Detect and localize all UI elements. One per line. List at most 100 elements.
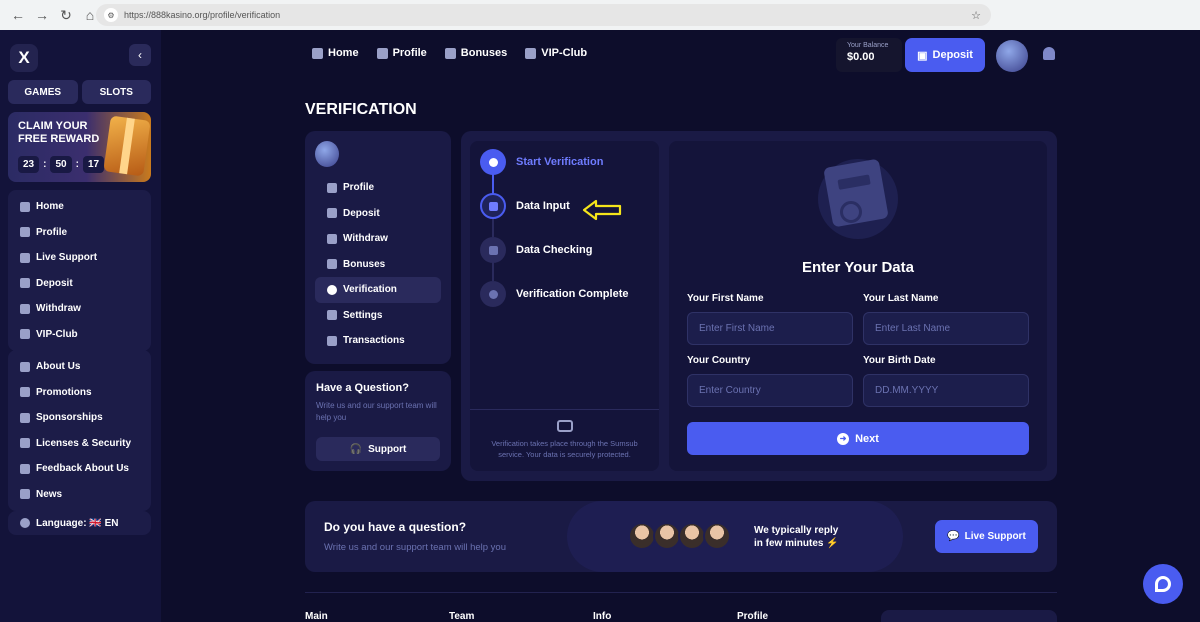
user-icon	[20, 227, 30, 238]
receipt-icon	[327, 335, 337, 346]
url-text: https://888kasino.org/profile/verificati…	[124, 10, 281, 20]
nav-profile[interactable]: Profile	[376, 47, 427, 59]
question-box: Have a Question? Write us and our suppor…	[305, 371, 451, 471]
language-selector[interactable]: Language: 🇬🇧 EN	[8, 511, 151, 535]
step-label: Data Input	[516, 200, 570, 212]
sumsub-logo-icon	[556, 420, 573, 432]
sidebar-item-feedback[interactable]: Feedback About Us	[8, 456, 151, 482]
form-title: Enter Your Data	[802, 259, 914, 276]
tab-slots[interactable]: SLOTS	[81, 80, 151, 104]
reply-line-1: We typically reply	[754, 525, 839, 536]
last-name-input[interactable]	[863, 312, 1029, 345]
sidebar-item-label: Promotions	[36, 386, 92, 398]
id-document-illustration	[818, 158, 898, 239]
sidebar-item-news[interactable]: News	[8, 482, 151, 508]
sidebar-item-label: Licenses & Security	[36, 437, 132, 449]
avatar	[678, 522, 706, 550]
profile-menu-verification[interactable]: Verification	[315, 277, 441, 303]
avatar	[703, 522, 731, 550]
wallet-icon	[327, 208, 337, 219]
avatar[interactable]	[996, 40, 1028, 72]
nav-vip-club[interactable]: VIP-Club	[525, 47, 587, 59]
menu-label: Transactions	[343, 335, 405, 347]
profile-menu-transactions[interactable]: Transactions	[315, 328, 441, 354]
sidebar: X ‹ GAMES SLOTS CLAIM YOUR FREE REWARD 2…	[0, 30, 161, 622]
reply-line-2: in few minutes	[754, 538, 824, 549]
nav-bonuses[interactable]: Bonuses	[444, 47, 507, 59]
sidebar-item-about-us[interactable]: About Us	[8, 354, 151, 380]
deposit-button[interactable]: ▣ Deposit	[905, 38, 985, 72]
sidebar-menu-info: About Us Promotions Sponsorships License…	[8, 350, 151, 511]
banner-title: Do you have a question?	[324, 520, 467, 534]
magnifier-icon	[840, 201, 862, 223]
sidebar-item-label: Sponsorships	[36, 412, 103, 424]
sidebar-item-home[interactable]: Home	[8, 194, 151, 220]
forward-icon[interactable]: →	[30, 3, 54, 27]
sidebar-item-label: Live Support	[36, 252, 98, 264]
next-button[interactable]: ➜ Next	[687, 422, 1029, 455]
site-logo[interactable]: X	[10, 44, 38, 72]
menu-label: Verification	[343, 284, 397, 296]
profile-menu-deposit[interactable]: Deposit	[315, 201, 441, 227]
sidebar-item-deposit[interactable]: Deposit	[8, 271, 151, 297]
medal-icon	[20, 412, 30, 423]
first-name-input[interactable]	[687, 312, 853, 345]
address-bar[interactable]: ⚙ https://888kasino.org/profile/verifica…	[96, 4, 991, 26]
home-icon	[20, 201, 30, 212]
bookmark-star-icon[interactable]: ☆	[971, 9, 981, 22]
nav-home[interactable]: Home	[312, 47, 359, 59]
sidebar-item-licenses[interactable]: Licenses & Security	[8, 431, 151, 457]
menu-label: Withdraw	[343, 233, 388, 245]
birth-date-label: Your Birth Date	[863, 355, 936, 366]
collapse-sidebar-button[interactable]: ‹	[129, 44, 151, 66]
site-info-icon[interactable]: ⚙	[104, 8, 118, 22]
profile-menu-withdraw[interactable]: Withdraw	[315, 226, 441, 252]
notification-bell-icon[interactable]	[1043, 47, 1055, 60]
sidebar-item-withdraw[interactable]: Withdraw	[8, 296, 151, 322]
crown-icon	[20, 329, 30, 340]
megaphone-icon	[20, 387, 30, 398]
tab-games[interactable]: GAMES	[8, 80, 78, 104]
next-label: Next	[855, 432, 879, 445]
crown-icon	[525, 47, 537, 59]
nav-label: VIP-Club	[541, 47, 588, 59]
birth-date-input[interactable]	[863, 374, 1029, 407]
sidebar-item-profile[interactable]: Profile	[8, 220, 151, 246]
back-icon[interactable]: ←	[6, 3, 30, 27]
user-icon	[376, 47, 388, 59]
sidebar-item-sponsorships[interactable]: Sponsorships	[8, 405, 151, 431]
sidebar-item-live-support[interactable]: Live Support	[8, 245, 151, 271]
free-reward-banner[interactable]: CLAIM YOUR FREE REWARD 23: 50: 17	[8, 112, 151, 182]
book-icon	[20, 361, 30, 372]
step-data-checking: Data Checking	[480, 237, 592, 263]
chat-support-button[interactable]	[1143, 564, 1183, 604]
footer-heading-profile: Profile	[737, 611, 769, 622]
wallet-icon	[20, 278, 30, 289]
profile-menu-profile[interactable]: Profile	[315, 175, 441, 201]
question-text: Write us and our support team will help …	[316, 401, 437, 422]
first-name-label: Your First Name	[687, 293, 764, 304]
footer-heading-main: Main	[305, 611, 328, 622]
user-icon	[327, 182, 337, 193]
support-label: Support	[368, 443, 407, 455]
step-label: Verification Complete	[516, 288, 629, 300]
step-verification-complete: Verification Complete	[480, 281, 628, 307]
reply-time-text: We typically reply in few minutes ⚡	[754, 524, 839, 550]
user-icon	[480, 149, 506, 175]
chevron-left-icon: ‹	[138, 48, 142, 62]
live-support-button[interactable]: 💬 Live Support	[935, 520, 1038, 553]
profile-menu-panel: Profile Deposit Withdraw Bonuses Verific…	[305, 131, 451, 364]
sidebar-item-vip-club[interactable]: VIP-Club	[8, 322, 151, 348]
support-button[interactable]: 🎧 Support	[316, 437, 440, 461]
profile-menu-bonuses[interactable]: Bonuses	[315, 252, 441, 278]
country-input[interactable]	[687, 374, 853, 407]
deposit-label: Deposit	[932, 49, 973, 61]
annotation-arrow-icon	[582, 199, 622, 221]
sidebar-tabs: GAMES SLOTS	[8, 80, 151, 104]
sidebar-item-promotions[interactable]: Promotions	[8, 380, 151, 406]
balance-label: Your Balance	[847, 42, 889, 49]
profile-menu-settings[interactable]: Settings	[315, 303, 441, 329]
reload-icon[interactable]: ↻	[54, 3, 78, 27]
language-label: Language: 🇬🇧 EN	[36, 517, 119, 529]
sidebar-item-label: Withdraw	[36, 303, 81, 315]
